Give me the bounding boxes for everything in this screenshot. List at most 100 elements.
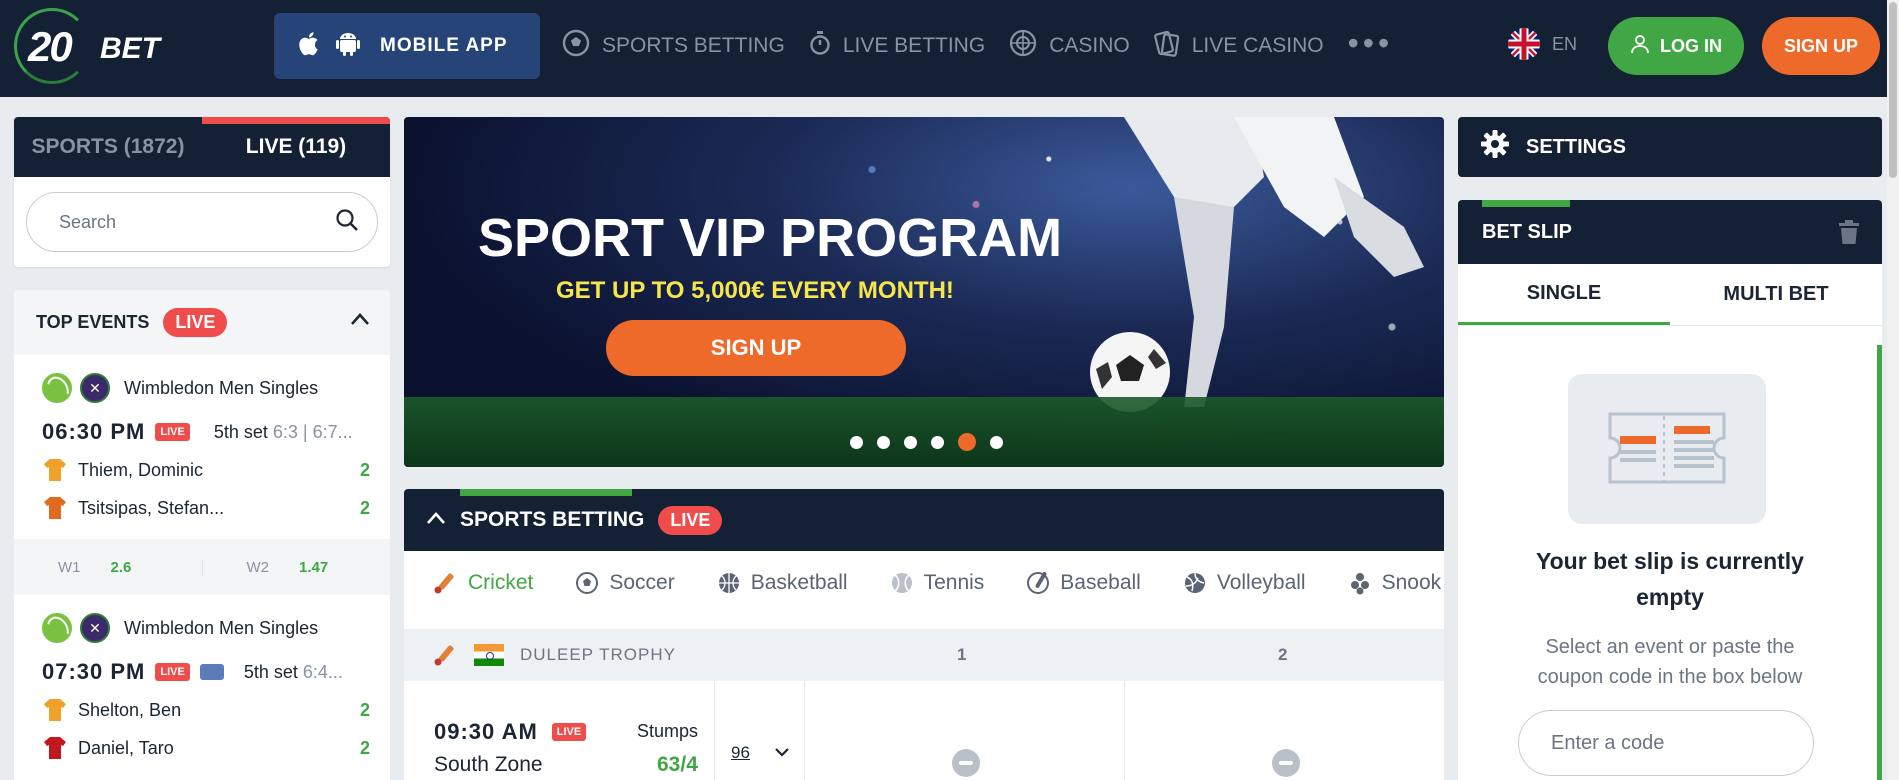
chevron-down-icon[interactable] xyxy=(774,745,790,763)
jersey-icon xyxy=(44,699,66,721)
event-card[interactable]: ✕ Wimbledon Men Singles 06:30 PM LIVE 5t… xyxy=(14,355,390,521)
tab-single[interactable]: SINGLE xyxy=(1458,264,1670,325)
sport-tab-label: Volleyball xyxy=(1216,571,1306,594)
logo[interactable]: 20 BET xyxy=(14,8,174,88)
empty-hint: Select an event or paste the coupon code… xyxy=(1537,636,1803,688)
volleyball-icon xyxy=(1184,572,1205,593)
live-stream-icon[interactable] xyxy=(199,664,224,680)
carousel-dot[interactable] xyxy=(877,435,890,449)
tennis-ball-icon xyxy=(42,613,72,643)
baseball-icon xyxy=(1027,571,1050,594)
login-label: LOG IN xyxy=(1660,35,1722,56)
sport-tab-label: Soccer xyxy=(609,571,675,594)
carousel-dot[interactable] xyxy=(990,435,1003,449)
jersey-icon xyxy=(44,737,66,759)
tab-multi-bet[interactable]: MULTI BET xyxy=(1670,264,1882,325)
cards-icon xyxy=(1153,29,1180,63)
user-icon xyxy=(1630,34,1650,59)
coupon-code-input[interactable]: Enter a code xyxy=(1518,710,1814,776)
jersey-icon xyxy=(44,497,66,519)
event-set-score: 6:4... xyxy=(302,661,343,682)
sport-tab-baseball[interactable]: Baseball xyxy=(1026,571,1141,595)
nav-live-casino[interactable]: LIVE CASINO xyxy=(1153,29,1324,63)
tab-sports[interactable]: SPORTS (1872) xyxy=(14,117,202,177)
tab-live[interactable]: LIVE (119) xyxy=(202,117,390,177)
chevron-up-icon[interactable] xyxy=(426,511,446,530)
player-name: Thiem, Dominic xyxy=(78,459,204,480)
language-selector[interactable]: EN xyxy=(1508,28,1577,60)
trash-icon[interactable] xyxy=(1838,220,1860,250)
signup-button[interactable]: SIGN UP xyxy=(1762,17,1880,75)
snooker-icon xyxy=(1350,573,1369,595)
live-tag: LIVE xyxy=(155,423,190,441)
live-badge: LIVE xyxy=(658,505,723,535)
match-status: Stumps xyxy=(637,721,699,741)
event-set-info: 5th set 6:4... xyxy=(243,661,343,682)
apple-icon xyxy=(298,31,322,62)
column-header-2: 2 xyxy=(1278,645,1289,664)
banner-signup-button[interactable]: SIGN UP xyxy=(606,320,906,376)
event-competition: Wimbledon Men Singles xyxy=(124,377,319,398)
cricket-icon xyxy=(434,645,454,666)
player-name: Daniel, Taro xyxy=(78,737,174,758)
sport-tab-label: Basketball xyxy=(750,571,848,594)
divider xyxy=(804,681,805,780)
cricket-icon xyxy=(434,573,454,594)
sport-tab-label: Snook xyxy=(1381,571,1442,594)
sport-tab-snooker[interactable]: Snook xyxy=(1348,571,1442,595)
event-set-score: 6:3 | 6:7... xyxy=(272,421,353,442)
nav-live-casino-label: LIVE CASINO xyxy=(1191,34,1324,57)
nav-sports-betting[interactable]: SPORTS BETTING xyxy=(562,29,785,63)
odds-value: 1.47 xyxy=(299,558,329,576)
nav-casino[interactable]: CASINO xyxy=(1009,29,1130,63)
event-player: Daniel, Taro 2 xyxy=(42,735,370,761)
search-input[interactable]: Search xyxy=(26,192,378,252)
login-button[interactable]: LOG IN xyxy=(1608,17,1744,75)
more-menu-button[interactable]: ••• xyxy=(1348,25,1394,62)
carousel-dot[interactable] xyxy=(904,435,917,449)
pitch-grass xyxy=(404,397,1444,467)
sport-tab-tennis[interactable]: Tennis xyxy=(890,571,985,595)
chevron-up-icon[interactable] xyxy=(350,312,370,331)
more-markets-link[interactable]: 96 xyxy=(731,743,750,763)
match-time: 09:30 AM xyxy=(434,719,538,744)
sports-betting-header[interactable]: SPORTS BETTING LIVE xyxy=(404,489,1444,551)
bet-slip-header: BET SLIP xyxy=(1458,200,1882,264)
odds-w1[interactable]: W1 2.6 xyxy=(14,559,202,576)
carousel-dot[interactable] xyxy=(850,435,863,449)
match-time-group: 09:30 AM LIVE xyxy=(434,719,587,745)
event-player: Shelton, Ben 2 xyxy=(42,697,370,723)
basketball-icon xyxy=(718,573,739,593)
bet-type-tabs: SINGLE MULTI BET xyxy=(1458,264,1882,326)
league-header[interactable]: DULEEP TROPHY 1 2 xyxy=(404,629,1444,681)
mobile-app-button[interactable]: MOBILE APP xyxy=(274,13,540,79)
sport-tab-basketball[interactable]: Basketball xyxy=(717,571,848,595)
odds-w2[interactable]: W2 1.47 xyxy=(201,558,391,576)
sport-tab-volleyball[interactable]: Volleyball xyxy=(1183,571,1306,595)
sport-tab-label: Tennis xyxy=(923,571,985,594)
carousel-dot[interactable] xyxy=(931,435,944,449)
top-events-title: TOP EVENTS xyxy=(36,312,150,332)
scrollbar-thumb[interactable] xyxy=(1889,2,1897,178)
page-scrollbar[interactable] xyxy=(1887,0,1899,780)
promo-banner[interactable]: SPORT VIP PROGRAM GET UP TO 5,000€ EVERY… xyxy=(404,117,1444,467)
event-time: 07:30 PM xyxy=(42,659,146,684)
wimbledon-icon: ✕ xyxy=(80,613,110,643)
event-card[interactable]: ✕ Wimbledon Men Singles 07:30 PM LIVE 5t… xyxy=(14,595,390,761)
top-header: 20 BET MOBILE APP SPORTS BETTING LIVE BE… xyxy=(0,0,1899,97)
settings-button[interactable]: SETTINGS xyxy=(1458,117,1882,177)
search-icon[interactable] xyxy=(335,208,359,237)
sport-tab-cricket[interactable]: Cricket xyxy=(432,570,533,596)
carousel-dot-active[interactable] xyxy=(958,433,976,451)
tennis-icon xyxy=(891,573,912,593)
nav-live-betting[interactable]: LIVE BETTING xyxy=(809,29,985,63)
top-events-header[interactable]: TOP EVENTS LIVE xyxy=(14,290,390,355)
live-badge: LIVE xyxy=(163,308,228,337)
mobile-app-label: MOBILE APP xyxy=(380,35,508,56)
team-score: 63/4 xyxy=(657,753,698,776)
sport-tabs: Cricket Soccer Basketball Tennis Basebal… xyxy=(404,551,1444,615)
banner-title: SPORT VIP PROGRAM xyxy=(478,208,1063,268)
main-nav: SPORTS BETTING LIVE BETTING CASINO LIVE … xyxy=(562,25,1394,64)
sport-tab-soccer[interactable]: Soccer xyxy=(575,571,675,595)
match-row[interactable]: 09:30 AM LIVE Stumps South Zone 63/4 96 xyxy=(404,681,1444,780)
